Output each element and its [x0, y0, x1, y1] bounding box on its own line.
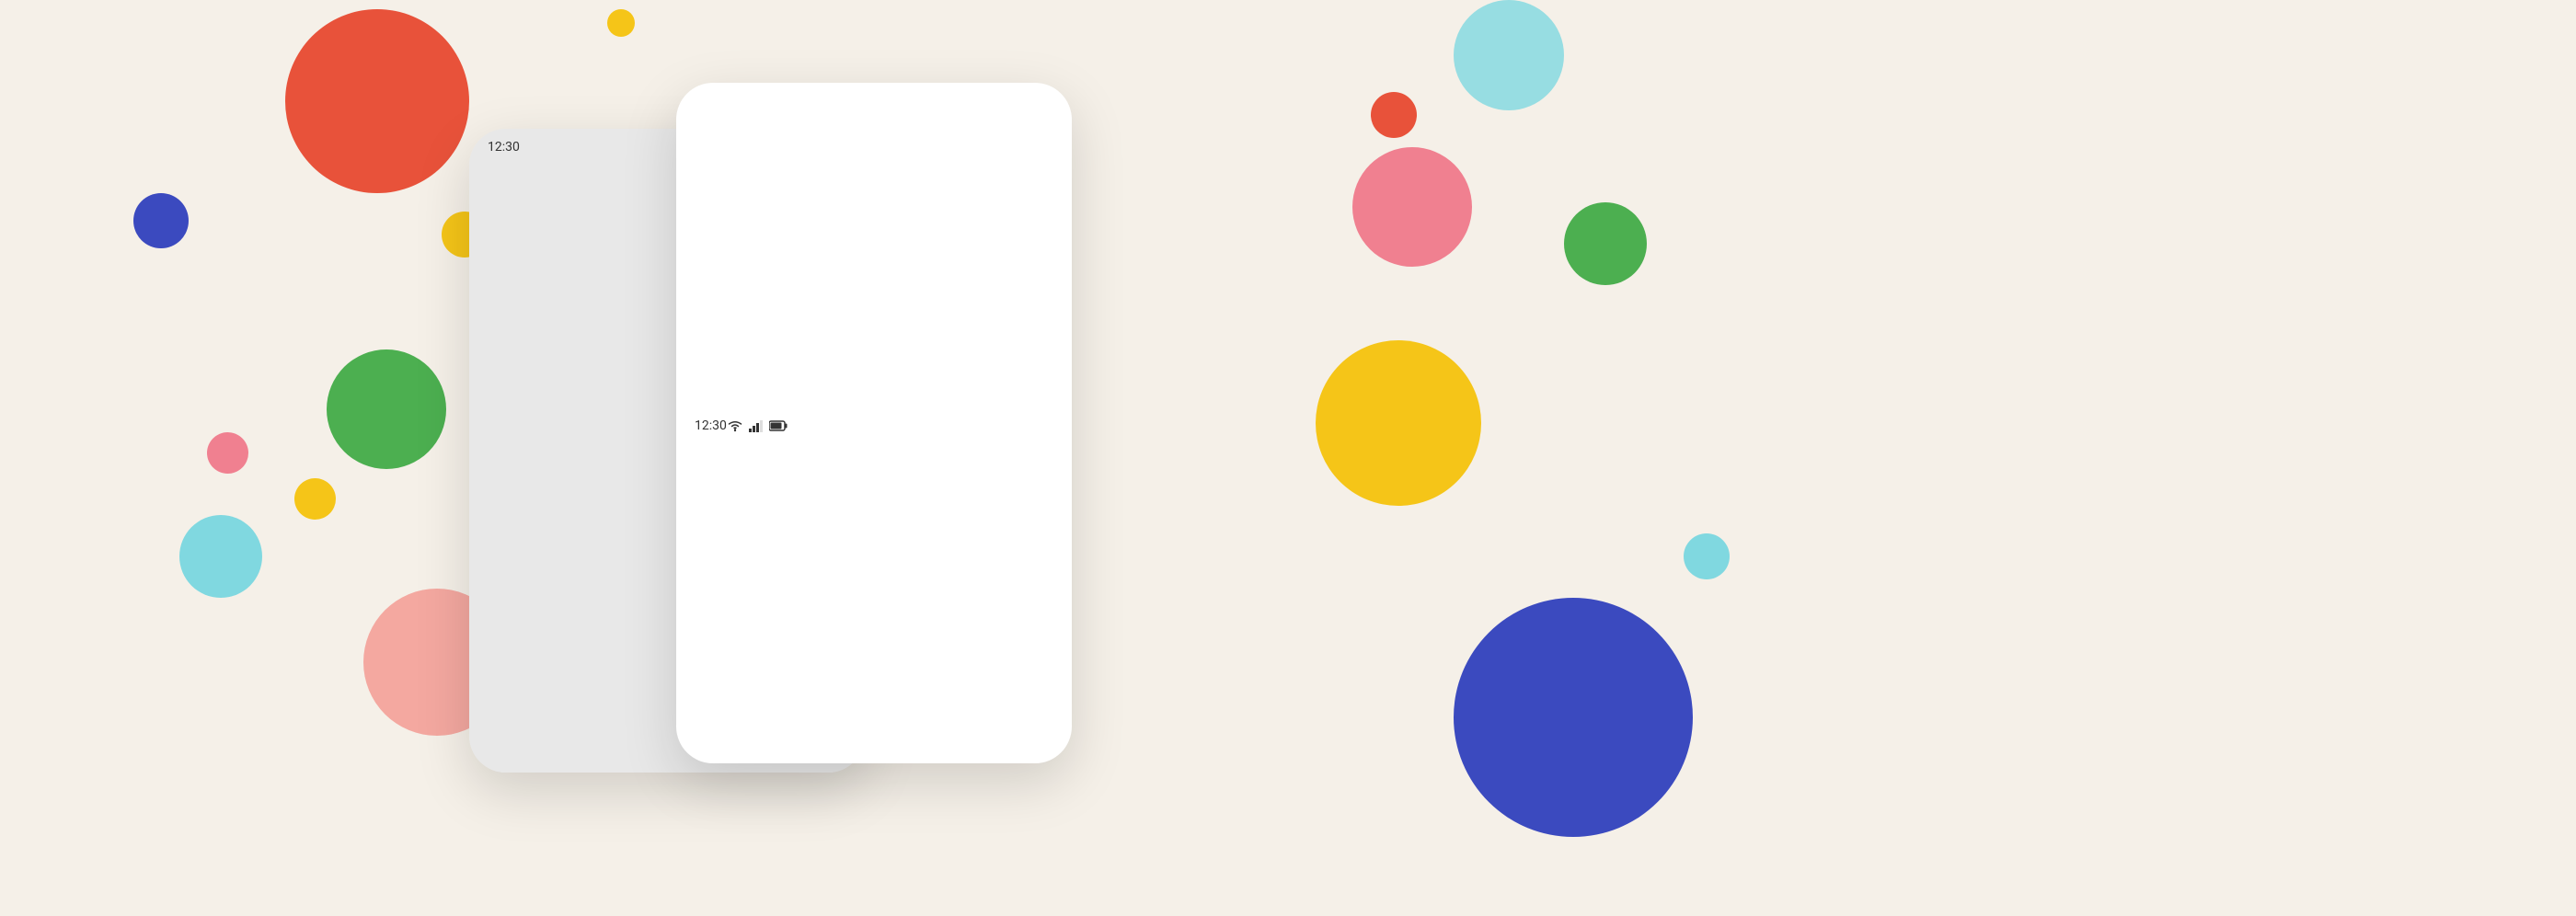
circle-yellow-right	[1316, 340, 1481, 506]
battery-icon	[769, 420, 788, 431]
status-bar-right: 12:30	[676, 83, 1072, 763]
circle-pink-small	[207, 432, 248, 474]
circle-green-medium	[327, 349, 446, 469]
circle-red-right	[1371, 92, 1417, 138]
status-icons	[727, 86, 1053, 763]
circle-blue-small	[133, 193, 189, 248]
circle-teal-small	[179, 515, 262, 598]
signal-icon	[749, 419, 764, 432]
circle-yellow-mid	[294, 478, 336, 520]
time-right: 12:30	[695, 418, 727, 433]
circle-teal-right-small	[1684, 533, 1730, 579]
circle-teal-top-right	[1454, 0, 1564, 110]
phone-right: 12:30	[676, 83, 1072, 763]
time-left: 12:30	[488, 140, 520, 155]
circle-pink-right	[1352, 147, 1472, 267]
circle-red-large	[285, 9, 469, 193]
circle-blue-large-right	[1454, 598, 1693, 837]
circle-yellow-top	[607, 9, 635, 37]
wifi-icon	[727, 419, 743, 432]
circle-green-right	[1564, 202, 1647, 285]
